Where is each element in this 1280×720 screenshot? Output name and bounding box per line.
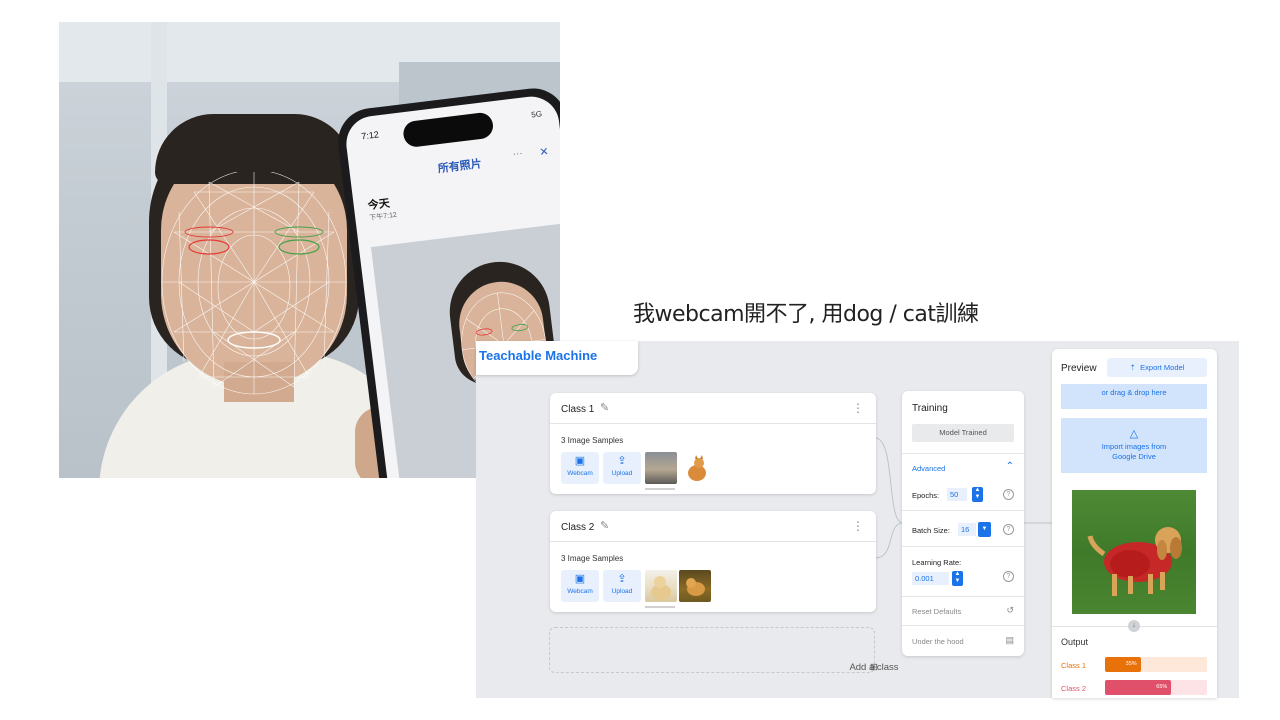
output-fill-class-1: 35% bbox=[1105, 657, 1141, 672]
reset-defaults-button[interactable]: Reset Defaults bbox=[912, 607, 961, 616]
batch-size-label: Batch Size: bbox=[912, 526, 950, 535]
preview-panel: Preview ⇡ Export Model or drag & drop he… bbox=[1052, 349, 1217, 698]
epochs-input[interactable]: 50 bbox=[947, 488, 967, 501]
phone-close-icon: ✕ bbox=[538, 145, 550, 159]
sample-thumbnail-cat-2[interactable] bbox=[679, 452, 711, 484]
epochs-stepper[interactable]: ▲ ▼ bbox=[972, 487, 983, 502]
export-model-button[interactable]: ⇡ Export Model bbox=[1107, 358, 1207, 377]
output-fill-class-2: 65% bbox=[1105, 680, 1172, 695]
history-icon[interactable]: ↺ bbox=[1006, 605, 1014, 616]
sample-count: 3 Image Samples bbox=[561, 554, 624, 563]
learning-rate-input[interactable]: 0.001 bbox=[912, 572, 949, 585]
output-title: Output bbox=[1061, 637, 1089, 647]
learning-rate-stepper[interactable]: ▲ ▼ bbox=[952, 571, 963, 586]
class-title[interactable]: Class 2 bbox=[561, 522, 594, 533]
face-mesh-overlay bbox=[161, 172, 347, 395]
google-drive-icon: △ bbox=[1129, 428, 1139, 440]
output-bar-class-1: 35% bbox=[1105, 657, 1207, 672]
upload-button[interactable]: ⇪ Upload bbox=[603, 452, 641, 484]
advanced-toggle[interactable]: Advanced bbox=[912, 464, 945, 473]
under-the-hood-button[interactable]: Under the hood bbox=[912, 637, 964, 646]
phone-more-icon: ··· bbox=[512, 147, 524, 161]
sample-thumbnail-cat-1[interactable] bbox=[645, 452, 677, 484]
output-label-class-1: Class 1 bbox=[1061, 661, 1087, 670]
drag-drop-zone[interactable]: or drag & drop here bbox=[1061, 384, 1207, 409]
webcam-button[interactable]: ▣ Webcam bbox=[561, 570, 599, 602]
help-icon[interactable]: ? bbox=[1003, 571, 1014, 582]
video-camera-icon: ▣ bbox=[574, 455, 586, 467]
help-icon[interactable]: ? bbox=[1003, 489, 1014, 500]
batch-size-select[interactable]: 16 bbox=[958, 523, 976, 536]
arrow-down-icon: ↓ bbox=[1128, 620, 1140, 632]
edit-pencil-icon[interactable]: ✎ bbox=[600, 401, 609, 414]
training-panel: Training Model Trained Advanced ⌃ Epochs… bbox=[902, 391, 1024, 656]
upload-icon: ⇪ bbox=[617, 455, 627, 467]
chevron-up-icon[interactable]: ⌃ bbox=[1006, 461, 1014, 472]
phone-header-title: 所有照片 bbox=[437, 158, 483, 176]
more-vert-icon[interactable]: ⋮ bbox=[852, 401, 864, 415]
import-google-drive-button[interactable]: △ Import images from Google Drive bbox=[1061, 418, 1207, 473]
sample-thumbnail-dog-1[interactable] bbox=[645, 570, 677, 602]
output-label-class-2: Class 2 bbox=[1061, 684, 1087, 693]
output-bar-class-2: 65% bbox=[1105, 680, 1207, 695]
train-model-button[interactable]: Model Trained bbox=[912, 424, 1014, 442]
export-icon: ⇡ bbox=[1129, 363, 1136, 372]
slide-caption: 我webcam開不了, 用dog / cat訓練 bbox=[633, 302, 979, 327]
class-title[interactable]: Class 1 bbox=[561, 404, 594, 415]
phone-signal: 5G bbox=[530, 109, 543, 120]
thumbnail-scrollbar[interactable] bbox=[645, 488, 675, 490]
slide: 7:12 5G 所有照片 ··· ✕ 今天 下午7:12 我webcam開不了,… bbox=[0, 0, 1280, 720]
preview-image-dog bbox=[1072, 490, 1196, 614]
sample-thumbnail-dog-2[interactable] bbox=[679, 570, 711, 602]
more-vert-icon[interactable]: ⋮ bbox=[852, 519, 864, 533]
preview-title: Preview bbox=[1061, 363, 1097, 374]
edit-pencil-icon[interactable]: ✎ bbox=[600, 519, 609, 532]
learning-rate-label: Learning Rate: bbox=[912, 558, 962, 567]
class-card-1: Class 1 ✎ ⋮ 3 Image Samples ▣ Webcam ⇪ U… bbox=[550, 393, 876, 494]
class-card-2: Class 2 ✎ ⋮ 3 Image Samples ▣ Webcam ⇪ U… bbox=[550, 511, 876, 612]
add-class-button[interactable]: ⊞ Add a class bbox=[549, 627, 899, 673]
app-logo[interactable]: Teachable Machine bbox=[476, 341, 638, 375]
help-icon[interactable]: ? bbox=[1003, 524, 1014, 535]
thumbnail-scrollbar[interactable] bbox=[645, 606, 675, 608]
chart-icon[interactable]: ▤ bbox=[1005, 635, 1014, 646]
sample-count: 3 Image Samples bbox=[561, 436, 624, 445]
chevron-down-icon[interactable]: ▼ bbox=[978, 522, 991, 537]
video-camera-icon: ▣ bbox=[574, 573, 586, 585]
phone-time: 7:12 bbox=[360, 129, 380, 142]
phone-today-sub: 下午7:12 bbox=[369, 211, 398, 223]
upload-button[interactable]: ⇪ Upload bbox=[603, 570, 641, 602]
app-logo-text: Teachable Machine bbox=[479, 348, 598, 363]
webcam-button[interactable]: ▣ Webcam bbox=[561, 452, 599, 484]
epochs-label: Epochs: bbox=[912, 491, 940, 500]
training-title: Training bbox=[912, 403, 948, 414]
upload-icon: ⇪ bbox=[617, 573, 627, 585]
